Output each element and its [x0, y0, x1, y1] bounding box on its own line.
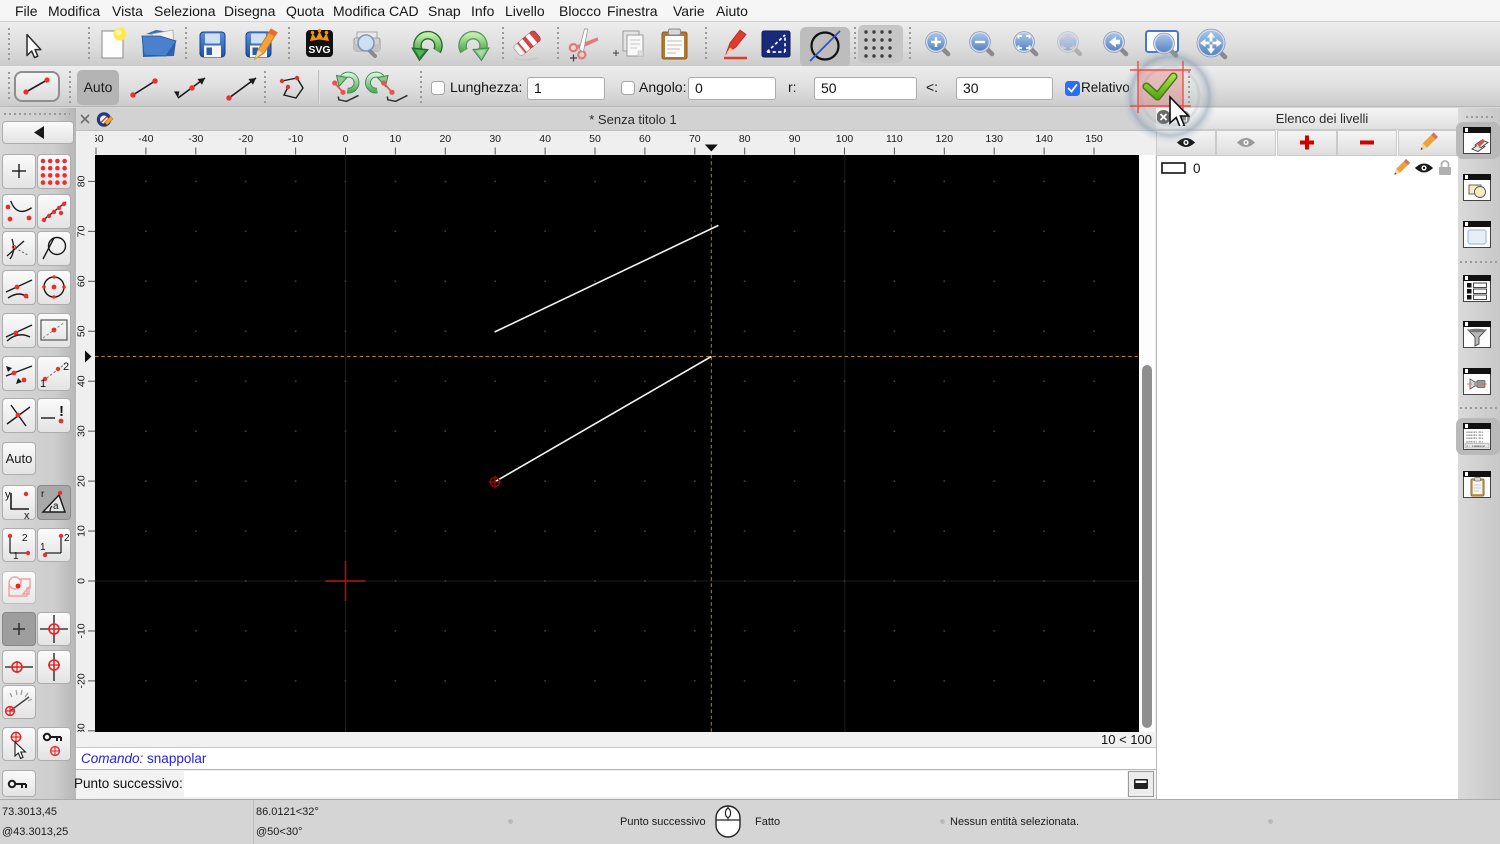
svg-text:-20: -20	[76, 673, 88, 688]
svg-text:60: 60	[76, 275, 88, 287]
svg-text:1: 1	[40, 542, 46, 553]
svg-text:130: 130	[985, 133, 1003, 145]
svg-text:-50: -50	[95, 133, 104, 145]
svg-text:x: x	[24, 510, 30, 520]
svg-text:110: 110	[886, 133, 903, 145]
svg-text:-20: -20	[238, 133, 253, 145]
svg-text:0: 0	[1193, 161, 1201, 176]
svg-text:30: 30	[76, 425, 88, 437]
svg-text:!: !	[59, 403, 64, 420]
svg-text:-10: -10	[288, 133, 303, 145]
svg-text:2: 2	[64, 533, 70, 544]
svg-text:50: 50	[76, 325, 88, 337]
svg-text:a: a	[53, 501, 59, 512]
svg-text:90: 90	[789, 133, 801, 145]
svg-text:-30: -30	[188, 133, 203, 145]
svg-text:150: 150	[1085, 133, 1103, 145]
svg-text:20: 20	[76, 475, 88, 487]
svg-text:0: 0	[76, 578, 88, 584]
svg-text:70: 70	[689, 133, 701, 145]
svg-text:c: command: c: command	[1467, 444, 1485, 448]
svg-text:140: 140	[1035, 133, 1053, 145]
svg-text:10: 10	[390, 133, 402, 145]
svg-text:40: 40	[539, 133, 551, 145]
svg-text:r: r	[41, 489, 45, 500]
svg-text:1: 1	[40, 378, 46, 390]
svg-text:-10: -10	[76, 623, 88, 638]
svg-text:40: 40	[76, 375, 88, 387]
svg-text:100: 100	[836, 133, 854, 145]
svg-text:10: 10	[76, 525, 88, 537]
svg-text:120: 120	[936, 133, 954, 145]
svg-text:70: 70	[76, 225, 88, 237]
svg-text:comandi dis: comandi dis	[1466, 439, 1484, 443]
svg-text:y: y	[5, 489, 11, 501]
svg-text:-40: -40	[138, 133, 153, 145]
svg-text:80: 80	[76, 175, 88, 187]
svg-text:50: 50	[589, 133, 601, 145]
svg-text:30: 30	[489, 133, 501, 145]
svg-text:SVG: SVG	[308, 44, 330, 56]
svg-text:1: 1	[13, 551, 19, 562]
svg-text:20: 20	[439, 133, 451, 145]
svg-text:2: 2	[63, 361, 69, 373]
svg-text:60: 60	[639, 133, 651, 145]
svg-text:2: 2	[22, 533, 28, 544]
svg-text:80: 80	[739, 133, 751, 145]
svg-text:0: 0	[343, 133, 349, 145]
